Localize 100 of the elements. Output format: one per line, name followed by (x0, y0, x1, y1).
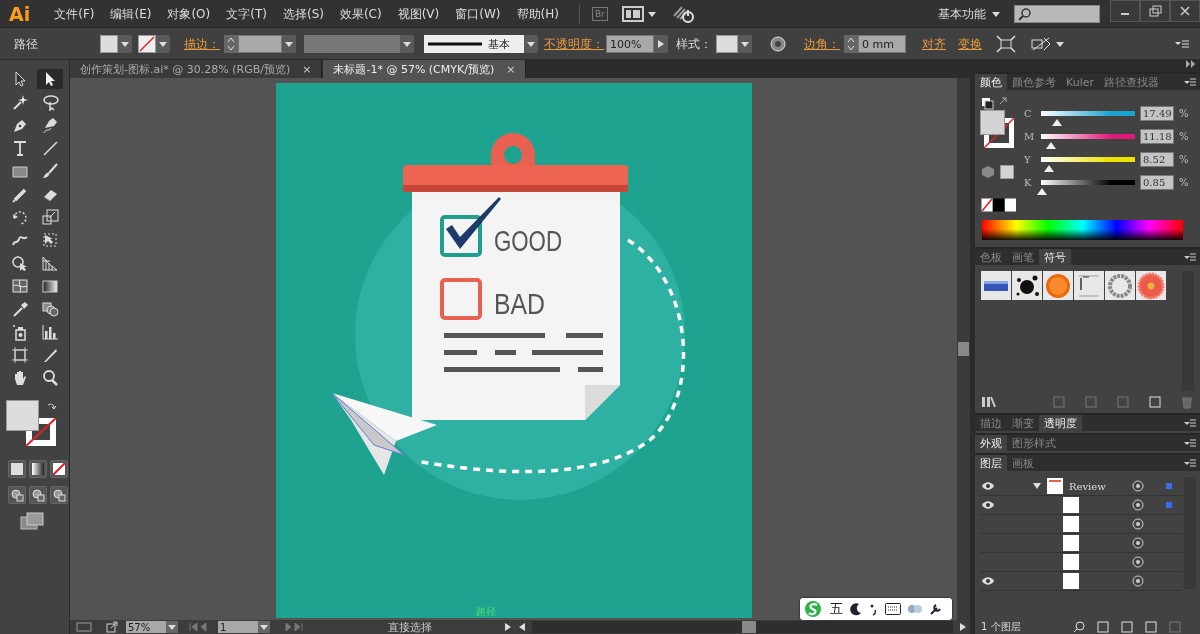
variable-width-field[interactable] (304, 35, 400, 53)
menu-item[interactable]: 文件(F) (46, 5, 103, 23)
menu-item[interactable]: 帮助(H) (508, 5, 567, 23)
minimize-button[interactable] (1110, 0, 1140, 22)
restore-button[interactable] (1140, 0, 1170, 22)
graphic-style-dropdown[interactable] (738, 35, 752, 53)
artboard-number-field[interactable]: 1 (218, 621, 258, 633)
sublayer-row[interactable] (981, 534, 1182, 553)
graphic-style-swatch[interactable] (716, 35, 738, 53)
status-menu-arrow-icon[interactable] (504, 622, 512, 632)
align-link[interactable]: 对齐 (922, 35, 946, 53)
scroll-banner-symbol[interactable] (1074, 271, 1104, 300)
panel-tab[interactable]: 画笔 (1007, 249, 1039, 265)
panel-tab[interactable]: 画板 (1007, 455, 1039, 471)
symbol-libraries-icon[interactable] (981, 396, 997, 408)
recolor-artwork-icon[interactable] (770, 36, 786, 52)
stroke-weight-stepper[interactable] (224, 35, 238, 53)
gradient-mode-button[interactable] (29, 460, 47, 478)
brush-dropdown[interactable] (524, 35, 538, 53)
menu-item[interactable]: 视图(V) (389, 5, 448, 23)
caret-right-icon[interactable] (658, 40, 664, 48)
stroke-weight-dropdown[interactable] (282, 35, 296, 53)
export-icon[interactable] (106, 621, 118, 633)
stroke-dropdown[interactable] (156, 35, 170, 53)
gamut-color-swatch[interactable] (1000, 165, 1014, 179)
corner-radius-field[interactable]: 0 mm (858, 35, 906, 53)
panel-tab[interactable]: 渐变 (1007, 415, 1039, 431)
document-tab[interactable]: 创作策划-图标.ai* @ 30.28% (RGB/预览) × (70, 60, 323, 78)
panel-tab[interactable]: 颜色 (975, 74, 1007, 90)
scroll-right-icon[interactable] (959, 622, 967, 632)
fill-swatch[interactable] (100, 35, 118, 53)
menu-item[interactable]: 文字(T) (218, 5, 275, 23)
isolate-object-icon[interactable] (996, 35, 1016, 53)
ink-splat-symbol[interactable] (1012, 271, 1042, 300)
fill-dropdown[interactable] (118, 35, 132, 53)
stripe-bar-symbol[interactable] (981, 271, 1011, 300)
color-mode-button[interactable] (8, 460, 26, 478)
bridge-button[interactable]: Br (591, 7, 608, 21)
horizontal-scrollbar[interactable] (532, 621, 953, 633)
vertical-scrollbar[interactable] (957, 78, 970, 620)
sublayer-row[interactable] (981, 553, 1182, 572)
restore-icon[interactable] (1148, 5, 1162, 17)
sublayer-row[interactable] (981, 515, 1182, 534)
sublayer-row[interactable] (981, 496, 1182, 515)
screen-mode-icon[interactable] (20, 512, 44, 530)
stroke-weight-field[interactable] (238, 35, 282, 53)
artboard-navigator-icon[interactable] (76, 622, 92, 632)
menu-item[interactable]: 选择(S) (274, 5, 332, 23)
tab-close-button[interactable]: × (302, 62, 312, 76)
ring-pattern-symbol[interactable] (1105, 271, 1135, 300)
panel-tab[interactable]: 图形样式 (1007, 435, 1061, 451)
out-of-gamut-icon[interactable] (982, 166, 994, 178)
expand-toggle[interactable] (1033, 482, 1041, 490)
channel-value-field[interactable]: 0.85 (1140, 175, 1174, 190)
menu-item[interactable]: 编辑(E) (102, 5, 160, 23)
panel-tab[interactable]: 路径查找器 (1099, 74, 1164, 90)
arrange-documents-icon[interactable] (621, 6, 644, 22)
opacity-field[interactable]: 100% (606, 35, 654, 53)
transform-link[interactable]: 变换 (958, 35, 982, 53)
panel-tab[interactable]: 外观 (975, 435, 1007, 451)
quick-swatches[interactable] (981, 198, 1017, 212)
variable-width-dropdown[interactable] (400, 35, 414, 53)
tab-close-button[interactable]: × (506, 62, 516, 76)
panel-menu-icon[interactable] (1184, 459, 1196, 467)
panel-tab[interactable]: 符号 (1039, 249, 1071, 265)
close-icon[interactable] (1178, 5, 1192, 17)
gpu-performance-icon[interactable] (671, 4, 696, 24)
channel-value-field[interactable]: 17.49 (1140, 106, 1174, 121)
document-tab[interactable]: 未标题-1* @ 57% (CMYK/预览) × (323, 60, 527, 78)
panel-tab[interactable]: 图层 (975, 455, 1007, 471)
input-method-toolbar[interactable]: 五 (800, 598, 952, 620)
draw-inside-icon[interactable] (50, 486, 68, 504)
opacity-slider-button[interactable] (654, 35, 668, 53)
panel-menu-icon[interactable] (1184, 419, 1196, 427)
panel-tab[interactable]: 透明度 (1039, 415, 1082, 431)
draw-behind-icon[interactable] (29, 486, 47, 504)
corner-link[interactable]: 边角： (804, 35, 840, 53)
menu-item[interactable]: 对象(O) (159, 5, 219, 23)
stroke-link[interactable]: 描边： (184, 35, 220, 53)
channel-value-field[interactable]: 11.18 (1140, 129, 1174, 144)
corner-radius-stepper[interactable] (844, 35, 858, 53)
panel-menu-icon[interactable] (1184, 253, 1196, 261)
color-spectrum[interactable] (982, 220, 1183, 240)
search-field[interactable] (1014, 5, 1100, 23)
layer-row[interactable]: Review (981, 477, 1182, 496)
panel-tab[interactable]: 色板 (975, 249, 1007, 265)
channel-value-field[interactable]: 8.52 (1140, 152, 1174, 167)
brush-definition-field[interactable]: 基本 (424, 35, 524, 53)
locate-object-icon[interactable] (1072, 621, 1085, 633)
panel-tab[interactable]: Kuler (1061, 74, 1099, 90)
opacity-link[interactable]: 不透明度： (544, 35, 604, 53)
close-button[interactable] (1170, 0, 1200, 22)
none-mode-button[interactable] (50, 460, 68, 478)
scroll-left-icon[interactable] (518, 622, 526, 632)
panel-menu-icon[interactable] (1174, 39, 1190, 49)
panel-menu-icon[interactable] (1184, 78, 1196, 86)
panel-tab[interactable]: 描边 (975, 415, 1007, 431)
panel-tab[interactable]: 颜色参考 (1007, 74, 1061, 90)
draw-normal-icon[interactable] (8, 486, 26, 504)
envelope-distort-icon[interactable] (1030, 36, 1052, 52)
